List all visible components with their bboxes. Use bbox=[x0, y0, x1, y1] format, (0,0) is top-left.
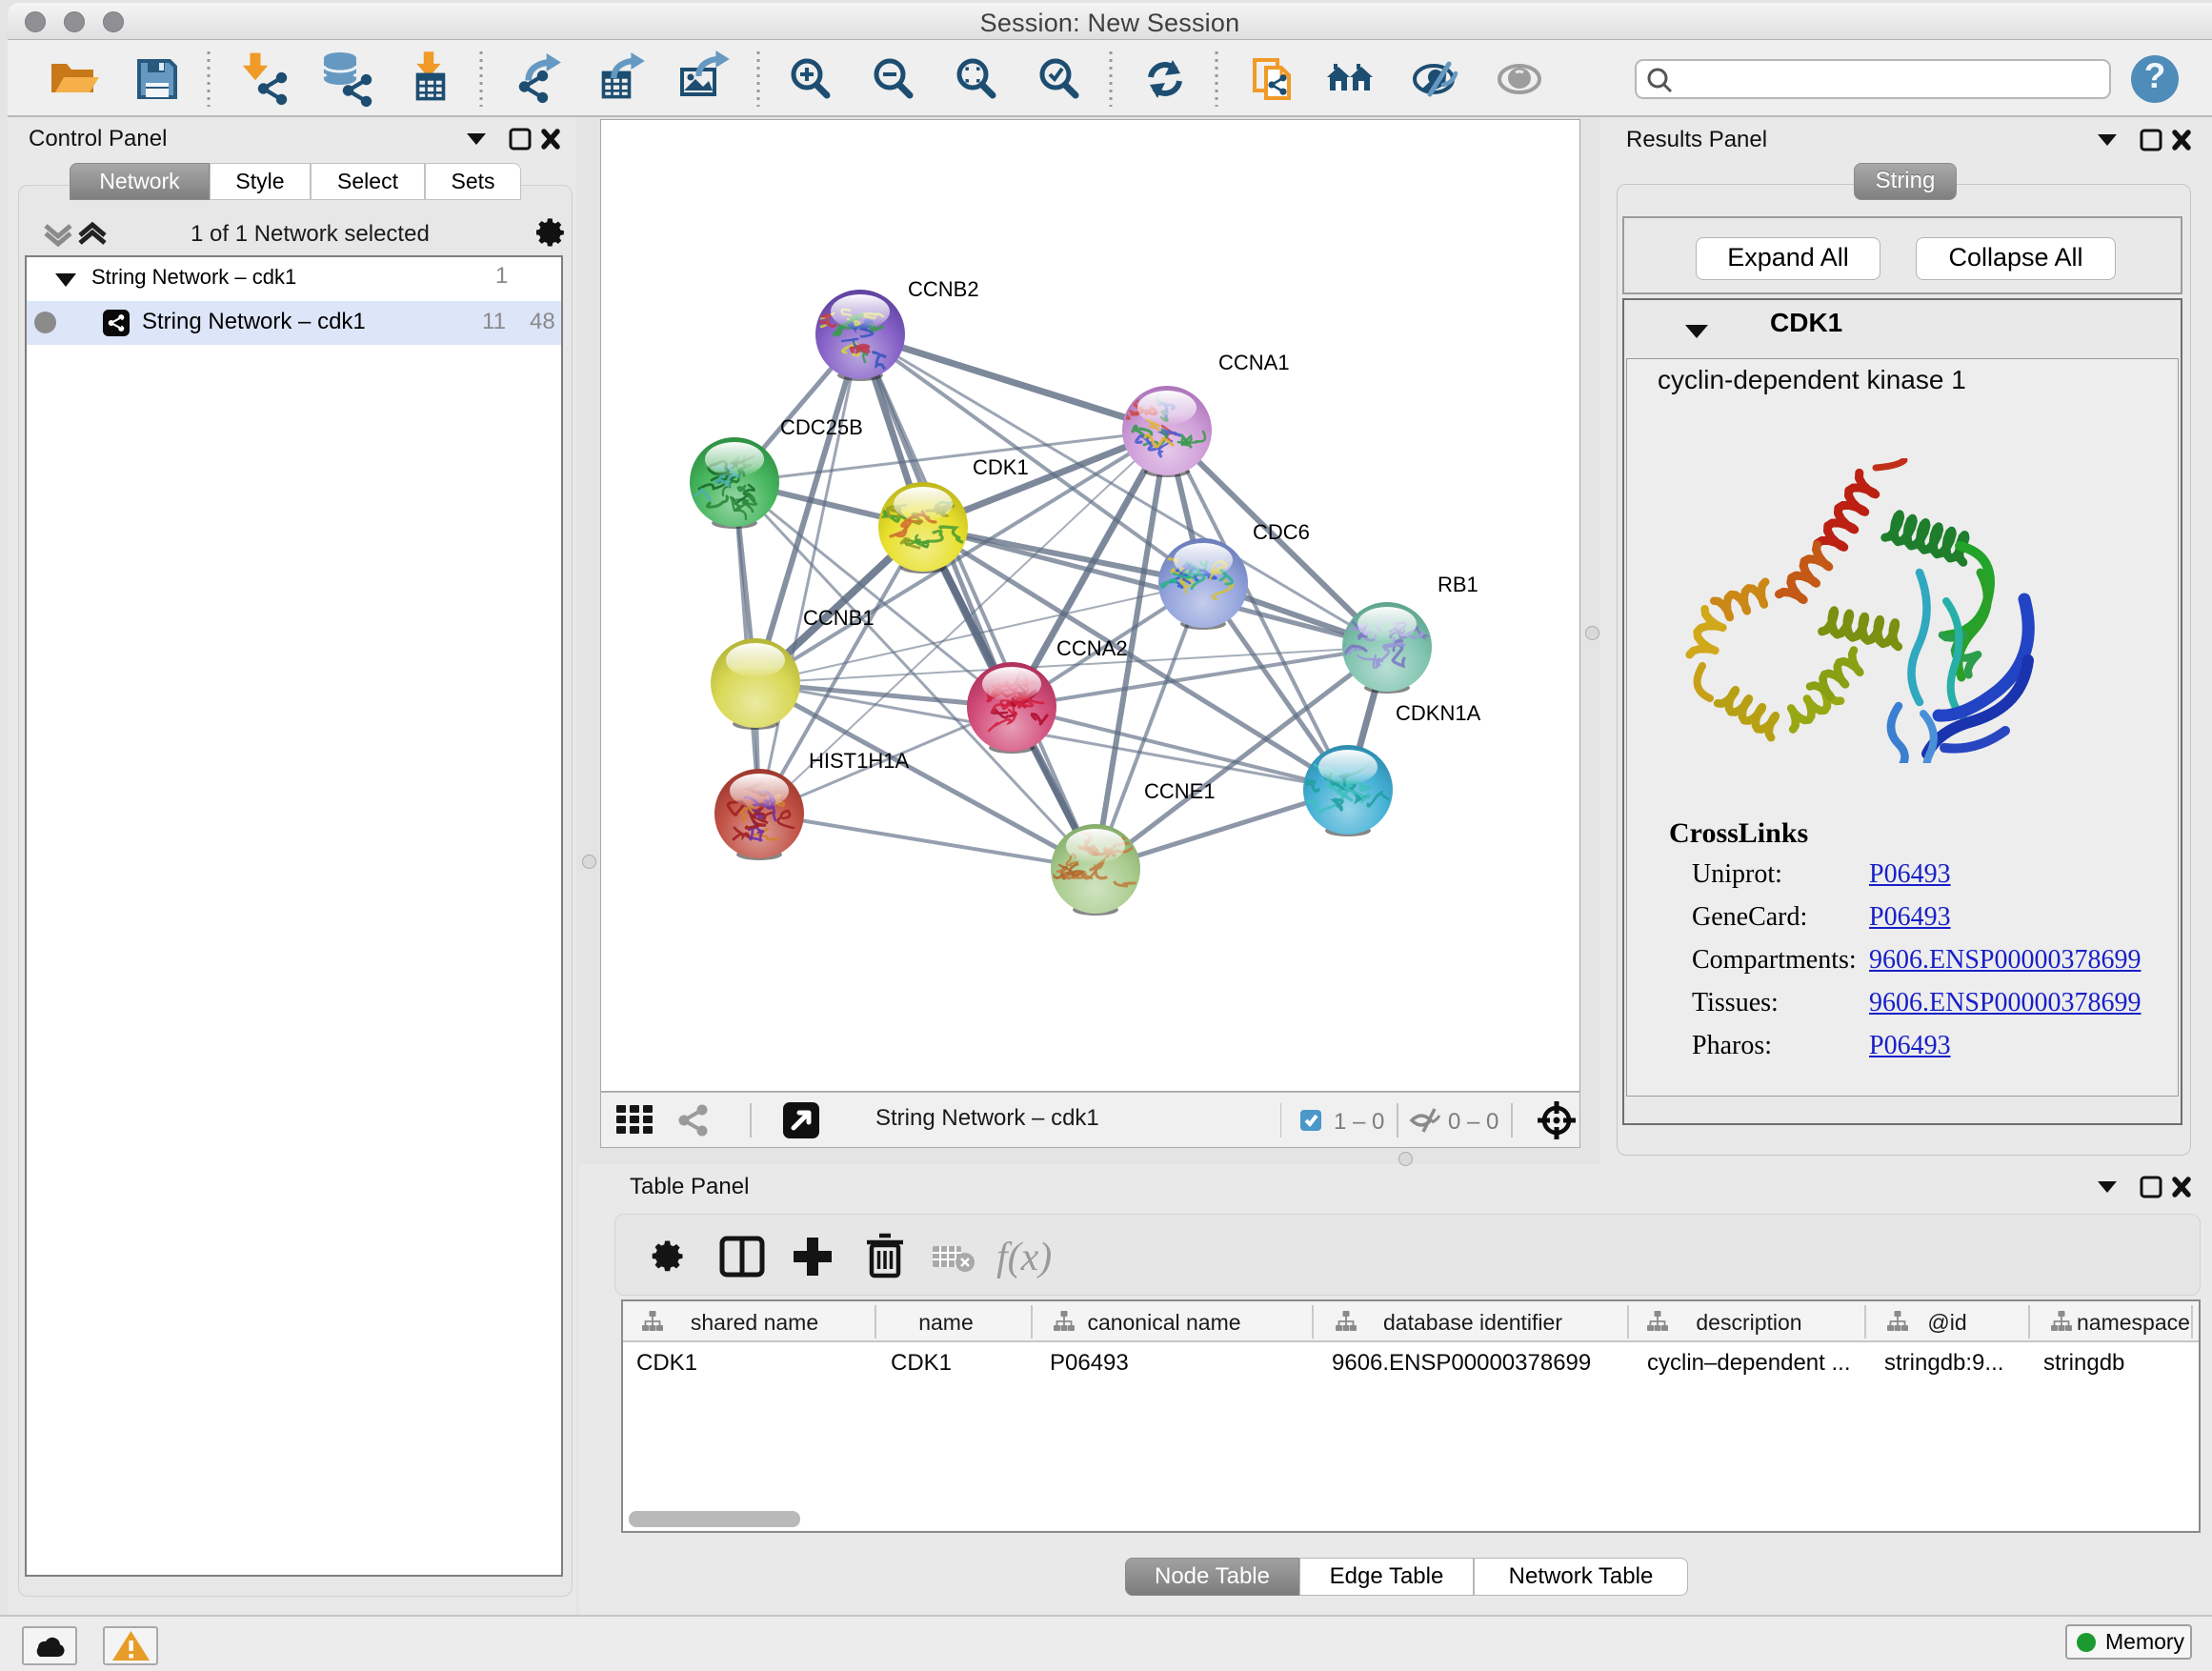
svg-text:HIST1H1A: HIST1H1A bbox=[809, 749, 909, 773]
svg-text:database identifier: database identifier bbox=[1383, 1310, 1562, 1335]
svg-text:cyclin–dependent ...: cyclin–dependent ... bbox=[1647, 1350, 1850, 1376]
svg-text:CDK1: CDK1 bbox=[636, 1350, 697, 1376]
svg-text:description: description bbox=[1696, 1310, 1801, 1335]
svg-text:name: name bbox=[918, 1310, 974, 1335]
svg-text:f(x): f(x) bbox=[996, 1236, 1052, 1279]
svg-text:CDK1: CDK1 bbox=[973, 455, 1029, 479]
svg-text:CDKN1A: CDKN1A bbox=[1396, 701, 1481, 725]
svg-text:1 – 0: 1 – 0 bbox=[1334, 1109, 1384, 1135]
svg-text:@id: @id bbox=[1927, 1310, 1966, 1335]
svg-text:CCNA1: CCNA1 bbox=[1218, 351, 1290, 374]
svg-text:namespace: namespace bbox=[2077, 1310, 2190, 1335]
svg-text:P06493: P06493 bbox=[1050, 1350, 1129, 1376]
svg-text:stringdb: stringdb bbox=[2043, 1350, 2124, 1376]
svg-text:CDK1: CDK1 bbox=[891, 1350, 952, 1376]
svg-text:CDC6: CDC6 bbox=[1253, 520, 1310, 544]
svg-text:stringdb:9...: stringdb:9... bbox=[1884, 1350, 2003, 1376]
svg-text:0 – 0: 0 – 0 bbox=[1448, 1109, 1498, 1135]
svg-text:CCNB2: CCNB2 bbox=[908, 277, 979, 301]
svg-text:shared name: shared name bbox=[691, 1310, 818, 1335]
svg-text:CCNA2: CCNA2 bbox=[1056, 636, 1128, 660]
svg-text:9606.ENSP00000378699: 9606.ENSP00000378699 bbox=[1332, 1350, 1591, 1376]
svg-text:CCNB1: CCNB1 bbox=[803, 606, 875, 630]
svg-text:CDC25B: CDC25B bbox=[780, 415, 863, 439]
svg-text:CCNE1: CCNE1 bbox=[1144, 779, 1216, 803]
svg-text:canonical name: canonical name bbox=[1087, 1310, 1240, 1335]
svg-text:RB1: RB1 bbox=[1438, 573, 1478, 596]
